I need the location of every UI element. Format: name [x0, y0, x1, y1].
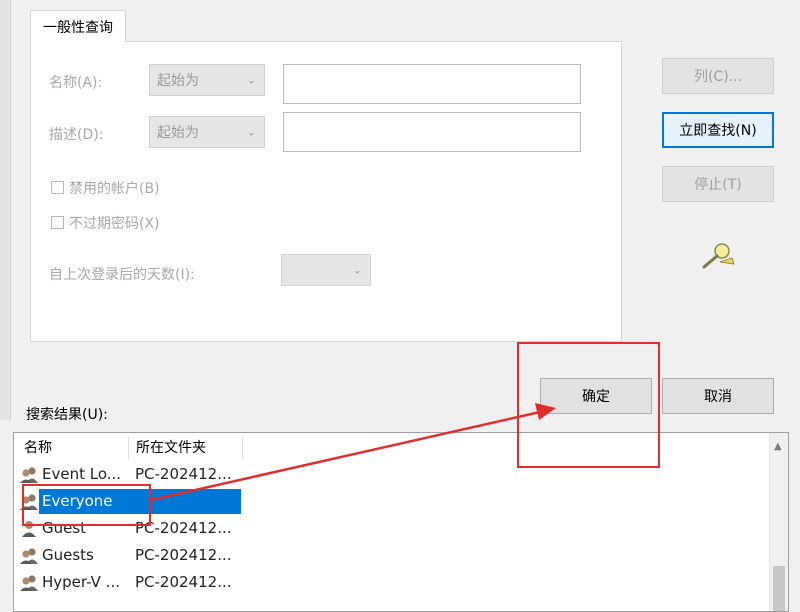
cancel-button[interactable]: 取消 [662, 378, 774, 414]
non-expiring-password-label: 不过期密码(X) [69, 216, 160, 232]
chevron-down-icon: ⌄ [246, 73, 256, 87]
query-panel: 名称(A): 起始为 ⌄ 描述(D): 起始为 ⌄ 禁用的帐户(B) 不过期密码… [30, 41, 622, 342]
find-now-button[interactable]: 立即查找(N) [662, 112, 774, 148]
tab-label: 一般性查询 [43, 19, 113, 36]
column-divider [242, 437, 243, 459]
list-item[interactable]: Guests PC-202412... [14, 542, 774, 569]
description-mode-value: 起始为 [157, 125, 199, 141]
row-folder: PC-202412... [135, 573, 232, 591]
user-icon [22, 521, 36, 537]
list-item[interactable]: Hyper-V ... PC-202412... [14, 569, 774, 596]
disabled-accounts-label: 禁用的帐户(B) [69, 181, 160, 197]
scroll-up-arrow-icon[interactable]: ▲ [774, 441, 782, 452]
stop-button[interactable]: 停止(T) [662, 166, 774, 202]
description-mode-select[interactable]: 起始为 ⌄ [149, 116, 265, 148]
scrollbar-thumb[interactable] [773, 566, 785, 611]
row-name: Guest [42, 519, 87, 537]
row-name: Guests [42, 546, 94, 564]
name-mode-select[interactable]: 起始为 ⌄ [149, 64, 265, 96]
row-folder: PC-202412... [135, 546, 232, 564]
days-since-logon-select[interactable]: ⌄ [281, 254, 371, 286]
name-mode-value: 起始为 [157, 73, 199, 89]
row-name: Event Lo... [42, 465, 122, 483]
row-folder: PC-202412... [135, 519, 232, 537]
column-header-folder[interactable]: 所在文件夹 [136, 433, 206, 461]
name-input[interactable] [283, 64, 581, 104]
column-divider [128, 437, 129, 459]
description-label: 描述(D): [49, 127, 104, 143]
name-label: 名称(A): [49, 75, 103, 91]
left-window-edge [0, 0, 11, 420]
search-magnifier-icon [702, 243, 735, 269]
list-item-selected[interactable]: Everyone [14, 488, 774, 515]
user-group-icon [20, 467, 38, 483]
tab-general-query[interactable]: 一般性查询 [30, 10, 126, 42]
search-results-label: 搜索结果(U): [26, 407, 108, 423]
disabled-accounts-checkbox[interactable] [51, 181, 64, 194]
days-since-logon-label: 自上次登录后的天数(I): [49, 267, 195, 283]
row-name: Everyone [42, 492, 113, 510]
list-item[interactable]: Guest PC-202412... [14, 515, 774, 542]
list-item[interactable]: Event Lo... PC-202412... [14, 461, 774, 488]
user-group-icon [20, 494, 38, 510]
columns-button[interactable]: 列(C)... [662, 58, 774, 94]
ok-button[interactable]: 确定 [540, 378, 652, 414]
search-results-list[interactable]: 名称 所在文件夹 Event Lo... PC-202412... Everyo… [13, 432, 789, 612]
chevron-down-icon: ⌄ [246, 125, 256, 139]
non-expiring-password-checkbox[interactable] [51, 216, 64, 229]
column-header-name[interactable]: 名称 [24, 433, 52, 461]
description-input[interactable] [283, 112, 581, 152]
vertical-scrollbar[interactable]: ▲ [769, 433, 788, 611]
user-group-icon [20, 548, 38, 564]
row-folder: PC-202412... [135, 465, 232, 483]
row-name: Hyper-V ... [42, 573, 120, 591]
user-group-icon [20, 575, 38, 591]
chevron-down-icon: ⌄ [352, 263, 362, 277]
